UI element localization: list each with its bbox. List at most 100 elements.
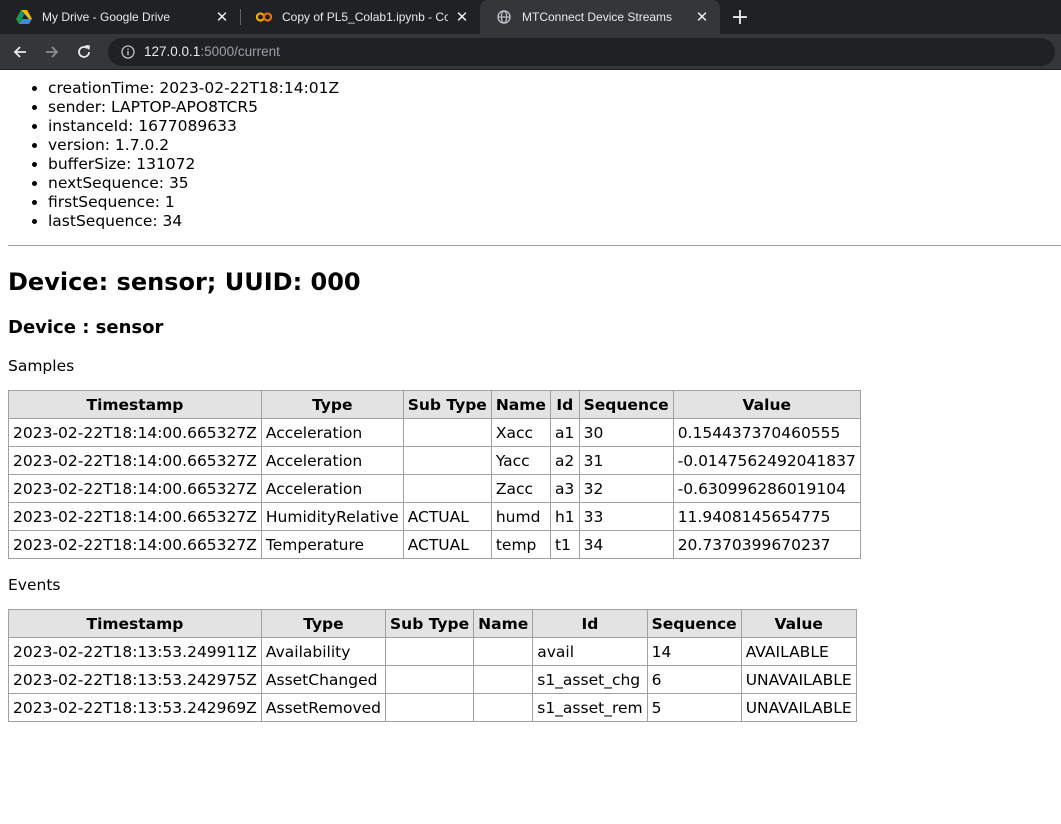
close-icon[interactable]: ✕ bbox=[694, 9, 710, 25]
sender: sender: LAPTOP-APO8TCR5 bbox=[48, 98, 1061, 117]
tab-colab[interactable]: Copy of PL5_Colab1.ipynb - Cola ✕ bbox=[240, 0, 480, 34]
table-cell: UNAVAILABLE bbox=[740, 693, 857, 722]
next-sequence: nextSequence: 35 bbox=[48, 174, 1061, 193]
column-header: Id bbox=[549, 390, 580, 419]
samples-body: 2023-02-22T18:14:00.665327Z Acceleration X… bbox=[8, 418, 861, 559]
table-cell bbox=[384, 665, 475, 694]
table-cell: 20.7370399670237 bbox=[672, 530, 861, 559]
column-header: Value bbox=[740, 609, 857, 638]
back-icon[interactable] bbox=[6, 38, 34, 66]
column-header: Sub Type bbox=[402, 390, 492, 419]
table-row: 2023-02-22T18:14:00.665327Z Acceleration X… bbox=[8, 418, 861, 447]
table-cell: 5 bbox=[646, 693, 742, 722]
browser-toolbar: 127.0.0.1:5000/current bbox=[0, 34, 1061, 70]
samples-label: Samples bbox=[8, 357, 75, 375]
table-cell: Availability bbox=[260, 637, 387, 666]
table-cell: 32 bbox=[578, 474, 674, 503]
divider bbox=[8, 245, 1061, 246]
table-cell: h1 bbox=[549, 502, 580, 531]
globe-icon bbox=[496, 9, 512, 25]
url-host: 127.0.0.1 bbox=[144, 44, 201, 59]
table-cell bbox=[402, 418, 492, 447]
forward-icon[interactable] bbox=[38, 38, 66, 66]
table-cell: 33 bbox=[578, 502, 674, 531]
header-info-list: creationTime: 2023-02-22T18:14:01Z sende… bbox=[8, 79, 1061, 231]
table-cell: t1 bbox=[549, 530, 580, 559]
table-cell: HumidityRelative bbox=[260, 502, 404, 531]
table-cell bbox=[402, 446, 492, 475]
page-content: creationTime: 2023-02-22T18:14:01Z sende… bbox=[0, 79, 1061, 722]
table-row: 2023-02-22T18:14:00.665327Z HumidityRelat… bbox=[8, 502, 861, 531]
reload-icon[interactable] bbox=[70, 38, 98, 66]
table-row: 2023-02-22T18:14:00.665327Z Acceleration Y… bbox=[8, 446, 861, 475]
table-cell: 6 bbox=[646, 665, 742, 694]
table-cell bbox=[384, 693, 475, 722]
table-cell: 2023-02-22T18:13:53.242975Z bbox=[8, 665, 262, 694]
first-sequence: firstSequence: 1 bbox=[48, 193, 1061, 212]
creation-time: creationTime: 2023-02-22T18:14:01Z bbox=[48, 79, 1061, 98]
column-header: Id bbox=[532, 609, 648, 638]
column-header: Timestamp bbox=[8, 390, 262, 419]
table-row: 2023-02-22T18:14:00.665327Z Acceleration Z… bbox=[8, 474, 861, 503]
close-icon[interactable]: ✕ bbox=[454, 9, 470, 25]
table-cell: ACTUAL bbox=[402, 530, 492, 559]
column-header: Timestamp bbox=[8, 609, 262, 638]
table-cell: a3 bbox=[549, 474, 580, 503]
table-cell: AVAILABLE bbox=[740, 637, 857, 666]
table-row: 2023-02-22T18:13:53.242969Z AssetRemoved s… bbox=[8, 693, 857, 722]
address-bar[interactable]: 127.0.0.1:5000/current bbox=[108, 37, 1055, 66]
samples-table: Timestamp Type Sub Type Name Id Sequence Value… bbox=[8, 390, 861, 559]
google-drive-icon bbox=[16, 9, 32, 25]
tab-title: Copy of PL5_Colab1.ipynb - Cola bbox=[282, 10, 448, 24]
table-cell: 2023-02-22T18:13:53.242969Z bbox=[8, 693, 262, 722]
instance-id: instanceId: 1677089633 bbox=[48, 117, 1061, 136]
table-row: 2023-02-22T18:13:53.249911Z Availability a… bbox=[8, 637, 857, 666]
events-label: Events bbox=[8, 576, 61, 594]
table-cell bbox=[402, 474, 492, 503]
table-cell: -0.0147562492041837 bbox=[672, 446, 861, 475]
table-cell: -0.630996286019104 bbox=[672, 474, 861, 503]
info-icon[interactable] bbox=[120, 44, 136, 60]
table-cell bbox=[384, 637, 475, 666]
table-cell bbox=[473, 693, 534, 722]
tab-google-drive[interactable]: My Drive - Google Drive ✕ bbox=[0, 0, 240, 34]
table-cell: Acceleration bbox=[260, 446, 404, 475]
close-icon[interactable]: ✕ bbox=[214, 9, 230, 25]
tab-title: My Drive - Google Drive bbox=[42, 10, 171, 24]
table-cell: UNAVAILABLE bbox=[740, 665, 857, 694]
table-cell: s1_asset_chg bbox=[532, 665, 648, 694]
new-tab-button[interactable]: + bbox=[726, 3, 754, 31]
table-cell: Acceleration bbox=[260, 418, 404, 447]
table-cell: ACTUAL bbox=[402, 502, 492, 531]
table-cell: s1_asset_rem bbox=[532, 693, 648, 722]
table-cell: Yacc bbox=[490, 446, 551, 475]
column-header: Sequence bbox=[646, 609, 742, 638]
column-header: Name bbox=[473, 609, 534, 638]
table-cell: 0.154437370460555 bbox=[672, 418, 861, 447]
table-cell: temp bbox=[490, 530, 551, 559]
table-cell: Acceleration bbox=[260, 474, 404, 503]
table-cell: Temperature bbox=[260, 530, 404, 559]
column-header: Value bbox=[672, 390, 861, 419]
tab-strip: My Drive - Google Drive ✕ Copy of PL5_Co… bbox=[0, 0, 1061, 34]
table-cell: Zacc bbox=[490, 474, 551, 503]
table-cell: 30 bbox=[578, 418, 674, 447]
events-table: Timestamp Type Sub Type Name Id Sequence Value… bbox=[8, 609, 857, 722]
table-cell: avail bbox=[532, 637, 648, 666]
events-header-row: Timestamp Type Sub Type Name Id Sequence Value bbox=[8, 609, 857, 638]
table-cell bbox=[473, 665, 534, 694]
buffer-size: bufferSize: 131072 bbox=[48, 155, 1061, 174]
column-header: Sequence bbox=[578, 390, 674, 419]
table-cell: 14 bbox=[646, 637, 742, 666]
colab-icon bbox=[256, 9, 272, 25]
column-header: Type bbox=[260, 390, 404, 419]
device-title: Device: sensor; UUID: 000 bbox=[8, 268, 361, 296]
table-cell: 31 bbox=[578, 446, 674, 475]
table-cell: 34 bbox=[578, 530, 674, 559]
table-cell: 2023-02-22T18:14:00.665327Z bbox=[8, 418, 262, 447]
table-cell: 2023-02-22T18:14:00.665327Z bbox=[8, 530, 262, 559]
table-cell: AssetChanged bbox=[260, 665, 387, 694]
tab-mtconnect[interactable]: MTConnect Device Streams ✕ bbox=[480, 0, 720, 34]
table-cell: 2023-02-22T18:14:00.665327Z bbox=[8, 446, 262, 475]
column-header: Name bbox=[490, 390, 551, 419]
